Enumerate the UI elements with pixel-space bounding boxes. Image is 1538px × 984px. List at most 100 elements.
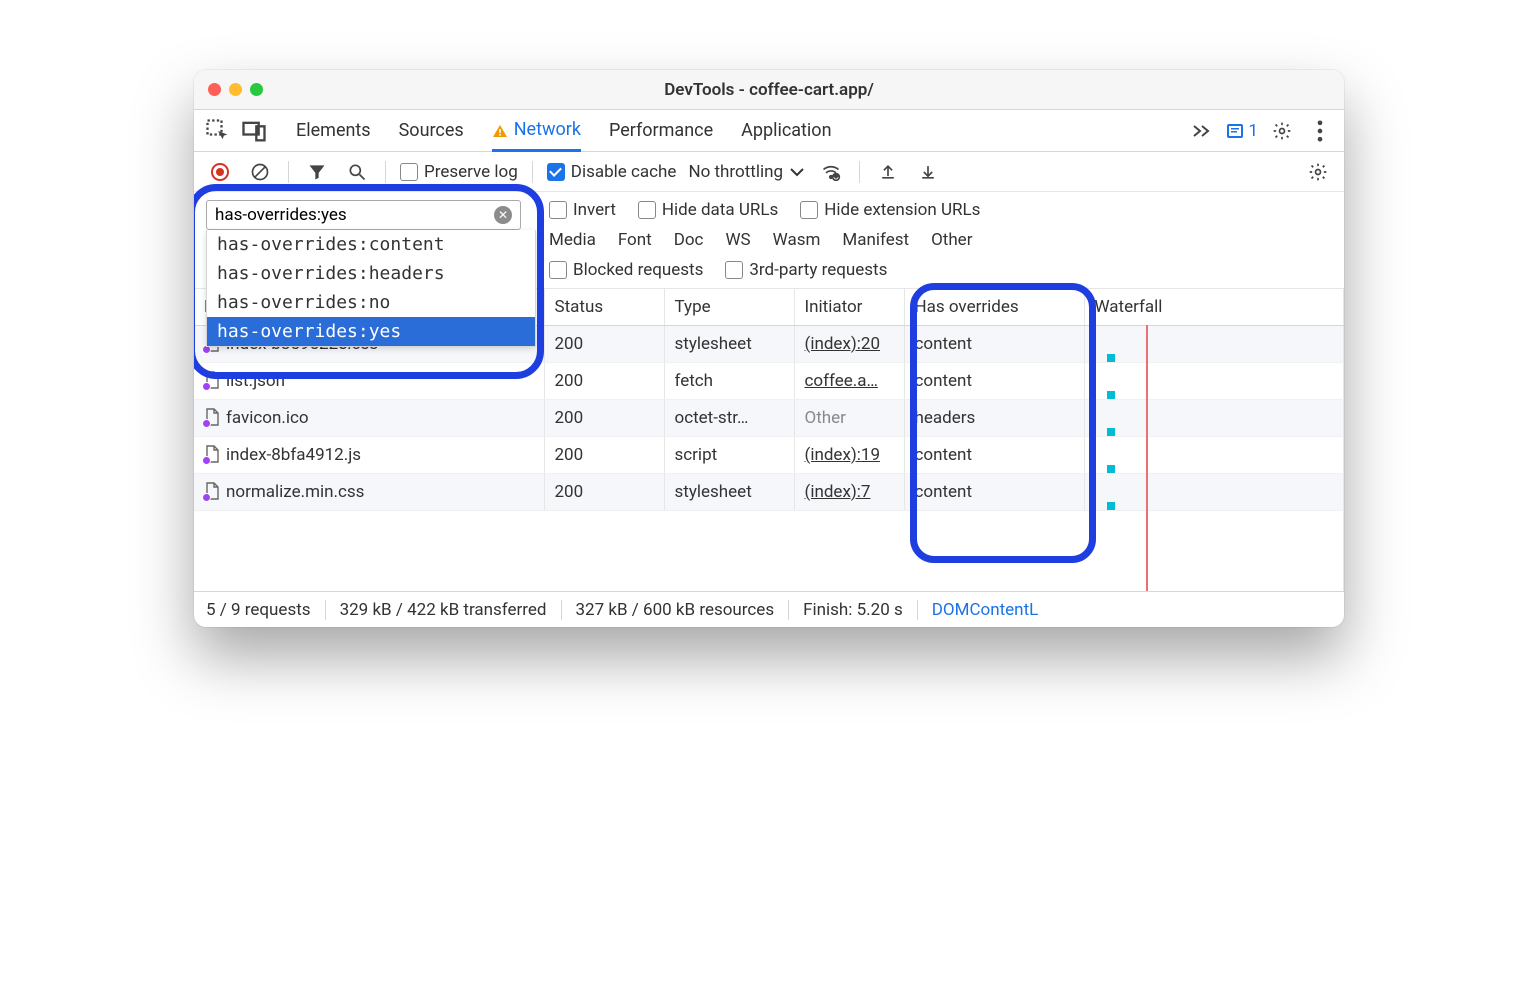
settings-icon[interactable] <box>1268 117 1296 145</box>
filter-text-input[interactable] <box>215 205 488 225</box>
cell-type: stylesheet <box>664 474 794 511</box>
type-filter[interactable]: Wasm <box>773 230 821 250</box>
devtools-window: DevTools - coffee-cart.app/ Elements Sou… <box>194 70 1344 627</box>
file-icon <box>204 408 220 426</box>
window-title: DevTools - coffee-cart.app/ <box>194 80 1344 100</box>
cell-name: index-8bfa4912.js <box>194 437 544 474</box>
device-toolbar-icon[interactable] <box>240 117 268 145</box>
status-resources: 327 kB / 600 kB resources <box>562 600 790 620</box>
tab-application[interactable]: Application <box>741 110 831 152</box>
search-icon[interactable] <box>343 158 371 186</box>
table-row[interactable]: normalize.min.css200stylesheet(index):7c… <box>194 474 1344 511</box>
override-badge-icon <box>202 419 211 428</box>
cell-has-overrides: content <box>904 437 1084 474</box>
blocked-requests-checkbox[interactable]: Blocked requests <box>549 260 703 280</box>
import-har-icon[interactable] <box>874 158 902 186</box>
cell-initiator[interactable]: coffee.a… <box>794 363 904 400</box>
cell-has-overrides: content <box>904 474 1084 511</box>
cell-initiator[interactable]: (index):7 <box>794 474 904 511</box>
cell-waterfall <box>1084 474 1344 511</box>
invert-checkbox[interactable]: Invert <box>549 200 616 220</box>
col-initiator[interactable]: Initiator <box>794 289 904 326</box>
col-has-overrides[interactable]: Has overrides <box>904 289 1084 326</box>
type-filter[interactable]: Font <box>618 230 652 250</box>
tab-elements[interactable]: Elements <box>296 110 371 152</box>
export-har-icon[interactable] <box>914 158 942 186</box>
tab-network[interactable]: Network <box>492 110 581 152</box>
table-row[interactable]: list.json200fetchcoffee.a…content <box>194 363 1344 400</box>
cell-initiator[interactable]: (index):20 <box>794 326 904 363</box>
type-filter[interactable]: WS <box>725 230 750 250</box>
cell-waterfall <box>1084 363 1344 400</box>
autocomplete-item-selected[interactable]: has-overrides:yes <box>207 317 535 346</box>
type-filter[interactable]: Doc <box>674 230 704 250</box>
throttling-select[interactable]: No throttling <box>688 162 805 182</box>
status-bar: 5 / 9 requests 329 kB / 422 kB transferr… <box>194 591 1344 627</box>
file-icon <box>204 371 220 389</box>
cell-has-overrides: headers <box>904 400 1084 437</box>
titlebar: DevTools - coffee-cart.app/ <box>194 70 1344 110</box>
cell-status: 200 <box>544 400 664 437</box>
cell-name: list.json <box>194 363 544 400</box>
panel-tab-bar: Elements Sources Network Performance App… <box>194 110 1344 152</box>
table-row[interactable]: index-8bfa4912.js200script(index):19cont… <box>194 437 1344 474</box>
override-badge-icon <box>202 382 211 391</box>
warning-icon <box>492 122 508 136</box>
more-tabs-icon[interactable] <box>1188 117 1216 145</box>
type-filter[interactable]: Media <box>549 230 596 250</box>
file-icon <box>204 482 220 500</box>
type-filter[interactable]: Manifest <box>842 230 909 250</box>
cell-name: normalize.min.css <box>194 474 544 511</box>
status-transferred: 329 kB / 422 kB transferred <box>326 600 562 620</box>
panel-tabs: Elements Sources Network Performance App… <box>296 110 832 152</box>
autocomplete-item[interactable]: has-overrides:no <box>207 288 535 317</box>
col-type[interactable]: Type <box>664 289 794 326</box>
filter-icon[interactable] <box>303 158 331 186</box>
cell-type: fetch <box>664 363 794 400</box>
status-finish: Finish: 5.20 s <box>789 600 918 620</box>
filter-bar: ✕ has-overrides:content has-overrides:he… <box>194 192 1344 289</box>
cell-initiator: Other <box>794 400 904 437</box>
issues-badge[interactable]: 1 <box>1226 121 1258 141</box>
cell-status: 200 <box>544 437 664 474</box>
cell-waterfall <box>1084 437 1344 474</box>
cell-type: octet-str… <box>664 400 794 437</box>
network-toolbar: Preserve log Disable cache No throttling <box>194 152 1344 192</box>
disable-cache-checkbox[interactable]: Disable cache <box>547 162 677 182</box>
type-filter[interactable]: Other <box>931 230 972 250</box>
cell-name: favicon.ico <box>194 400 544 437</box>
autocomplete-item[interactable]: has-overrides:content <box>207 230 535 259</box>
clear-button[interactable] <box>246 158 274 186</box>
override-badge-icon <box>202 493 211 502</box>
cell-has-overrides: content <box>904 363 1084 400</box>
cell-status: 200 <box>544 363 664 400</box>
override-badge-icon <box>202 456 211 465</box>
clear-filter-icon[interactable]: ✕ <box>494 206 512 224</box>
tab-performance[interactable]: Performance <box>609 110 713 152</box>
cell-type: stylesheet <box>664 326 794 363</box>
record-button[interactable] <box>206 158 234 186</box>
hide-extension-urls-checkbox[interactable]: Hide extension URLs <box>800 200 980 220</box>
cell-waterfall <box>1084 326 1344 363</box>
third-party-checkbox[interactable]: 3rd-party requests <box>725 260 887 280</box>
cell-type: script <box>664 437 794 474</box>
cell-has-overrides: content <box>904 326 1084 363</box>
network-settings-icon[interactable] <box>1304 158 1332 186</box>
filter-autocomplete: has-overrides:content has-overrides:head… <box>206 230 536 347</box>
file-icon <box>204 445 220 463</box>
cell-initiator[interactable]: (index):19 <box>794 437 904 474</box>
inspect-element-icon[interactable] <box>204 117 232 145</box>
autocomplete-item[interactable]: has-overrides:headers <box>207 259 535 288</box>
table-row[interactable]: favicon.ico200octet-str…Otherheaders <box>194 400 1344 437</box>
status-requests: 5 / 9 requests <box>206 600 326 620</box>
filter-input[interactable]: ✕ <box>206 200 521 230</box>
col-status[interactable]: Status <box>544 289 664 326</box>
status-domcontentloaded: DOMContentL <box>918 600 1053 620</box>
hide-data-urls-checkbox[interactable]: Hide data URLs <box>638 200 778 220</box>
tab-sources[interactable]: Sources <box>399 110 464 152</box>
network-conditions-icon[interactable] <box>817 158 845 186</box>
preserve-log-checkbox[interactable]: Preserve log <box>400 162 518 182</box>
waterfall-guide-line <box>1146 325 1148 591</box>
col-waterfall[interactable]: Waterfall <box>1084 289 1344 326</box>
kebab-menu-icon[interactable] <box>1306 117 1334 145</box>
